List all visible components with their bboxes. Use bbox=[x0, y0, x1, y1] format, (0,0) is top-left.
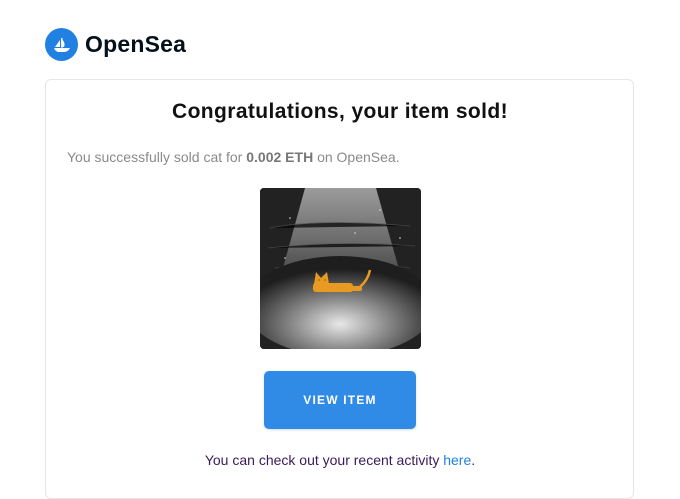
header: OpenSea bbox=[45, 28, 186, 61]
message-suffix: on OpenSea. bbox=[313, 149, 400, 165]
sale-price: 0.002 ETH bbox=[246, 149, 314, 165]
activity-message: You can check out your recent activity h… bbox=[0, 452, 680, 468]
activity-suffix: . bbox=[471, 452, 476, 468]
email-title: Congratulations, your item sold! bbox=[172, 100, 508, 123]
opensea-logo-icon[interactable] bbox=[45, 28, 78, 61]
message-prefix: You successfully sold cat for bbox=[67, 149, 247, 165]
cat-nft-image[interactable] bbox=[260, 188, 421, 349]
view-item-button[interactable]: VIEW ITEM bbox=[264, 371, 416, 429]
activity-prefix: You can check out your recent activity bbox=[204, 452, 444, 468]
sale-message: You successfully sold cat for 0.002 ETH … bbox=[67, 149, 400, 165]
activity-link[interactable]: here bbox=[443, 452, 471, 468]
brand-name[interactable]: OpenSea bbox=[85, 31, 186, 58]
